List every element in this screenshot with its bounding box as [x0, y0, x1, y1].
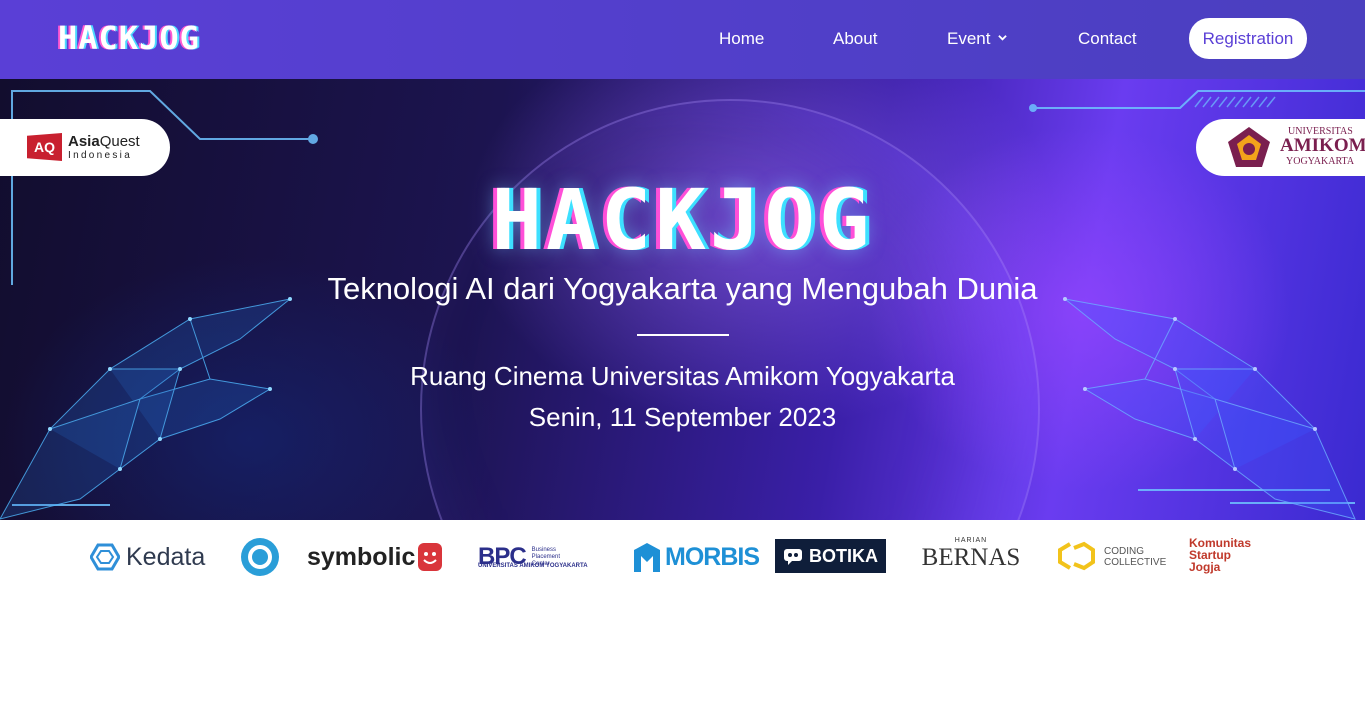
asiaquest-logo-mark: AQ — [27, 133, 62, 161]
symbolic-face-icon — [418, 543, 443, 571]
bernas-name: BERNAS — [921, 544, 1021, 571]
komunitas-line3: Jogja — [1189, 560, 1221, 574]
nav-home[interactable]: Home — [719, 28, 764, 50]
event-date: Senin, 11 September 2023 — [528, 402, 837, 432]
partner-asiaquest[interactable]: AQ AsiaQuest Indonesia — [0, 119, 170, 176]
event-venue: Ruang Cinema Universitas Amikom Yogyakar… — [410, 361, 955, 391]
morbis-name: MORBIS — [665, 542, 760, 571]
nav-event[interactable]: Event — [947, 28, 1008, 50]
sponsor-komunitas-startup-jogja[interactable]: Komunitas Startup Jogja — [1189, 537, 1251, 577]
coding-collective-hex-icon — [1058, 541, 1095, 571]
sponsor-kedata[interactable]: Kedata — [90, 537, 205, 577]
round-seal-icon — [241, 538, 279, 576]
nav-about[interactable]: About — [833, 28, 877, 50]
hero-title: HACKJOG — [491, 171, 874, 269]
partner-amikom[interactable]: UNIVERSITAS AMIKOM YOGYAKARTA — [1196, 119, 1365, 176]
amikom-emblem-icon — [1228, 127, 1270, 167]
sponsor-coding-collective[interactable]: CODING COLLECTIVE — [1056, 537, 1166, 577]
navbar: HACKJOG Home About Event Contact Registr… — [0, 0, 1365, 79]
asiaquest-name: AsiaQuest — [68, 133, 140, 150]
sponsor-symbolic[interactable]: symbolic — [307, 537, 443, 577]
amikom-line3: YOGYAKARTA — [1286, 156, 1355, 167]
asiaquest-sub: Indonesia — [68, 150, 133, 161]
hero-subtitle: Teknologi AI dari Yogyakarta yang Mengub… — [327, 271, 1038, 306]
sponsor-bpc[interactable]: BPC Business Placement Center UNIVERSITA… — [478, 537, 596, 577]
sponsor-seal[interactable] — [239, 537, 281, 577]
registration-button[interactable]: Registration — [1189, 18, 1307, 59]
sponsor-bernas[interactable]: HARIAN BERNAS — [921, 537, 1021, 577]
hero-banner: AQ AsiaQuest Indonesia UNIVERSITAS AMIKO… — [0, 79, 1365, 520]
site-logo[interactable]: HACKJOG — [58, 22, 200, 54]
nav-event-label: Event — [947, 29, 991, 48]
nav-contact[interactable]: Contact — [1078, 28, 1137, 50]
sponsor-morbis[interactable]: MORBIS — [631, 537, 760, 577]
kedata-name: Kedata — [126, 542, 206, 571]
hero-divider — [637, 334, 729, 336]
morbis-m-icon — [634, 543, 660, 572]
sponsor-botika[interactable]: BOTIKA — [775, 539, 886, 573]
sponsor-strip: Kedata symbolic BPC Business Placement C… — [0, 520, 1365, 592]
symbolic-name: symbolic — [307, 542, 416, 571]
amikom-line2: AMIKOM — [1280, 135, 1365, 156]
bpc-university: UNIVERSITAS AMIKOM YOGYAKARTA — [478, 563, 588, 569]
botika-bot-icon — [784, 549, 802, 565]
kedata-hex-icon — [90, 543, 120, 571]
coding-collective-name: CODING COLLECTIVE — [1104, 546, 1167, 568]
botika-name: BOTIKA — [809, 545, 878, 566]
chevron-down-icon — [998, 35, 1008, 41]
